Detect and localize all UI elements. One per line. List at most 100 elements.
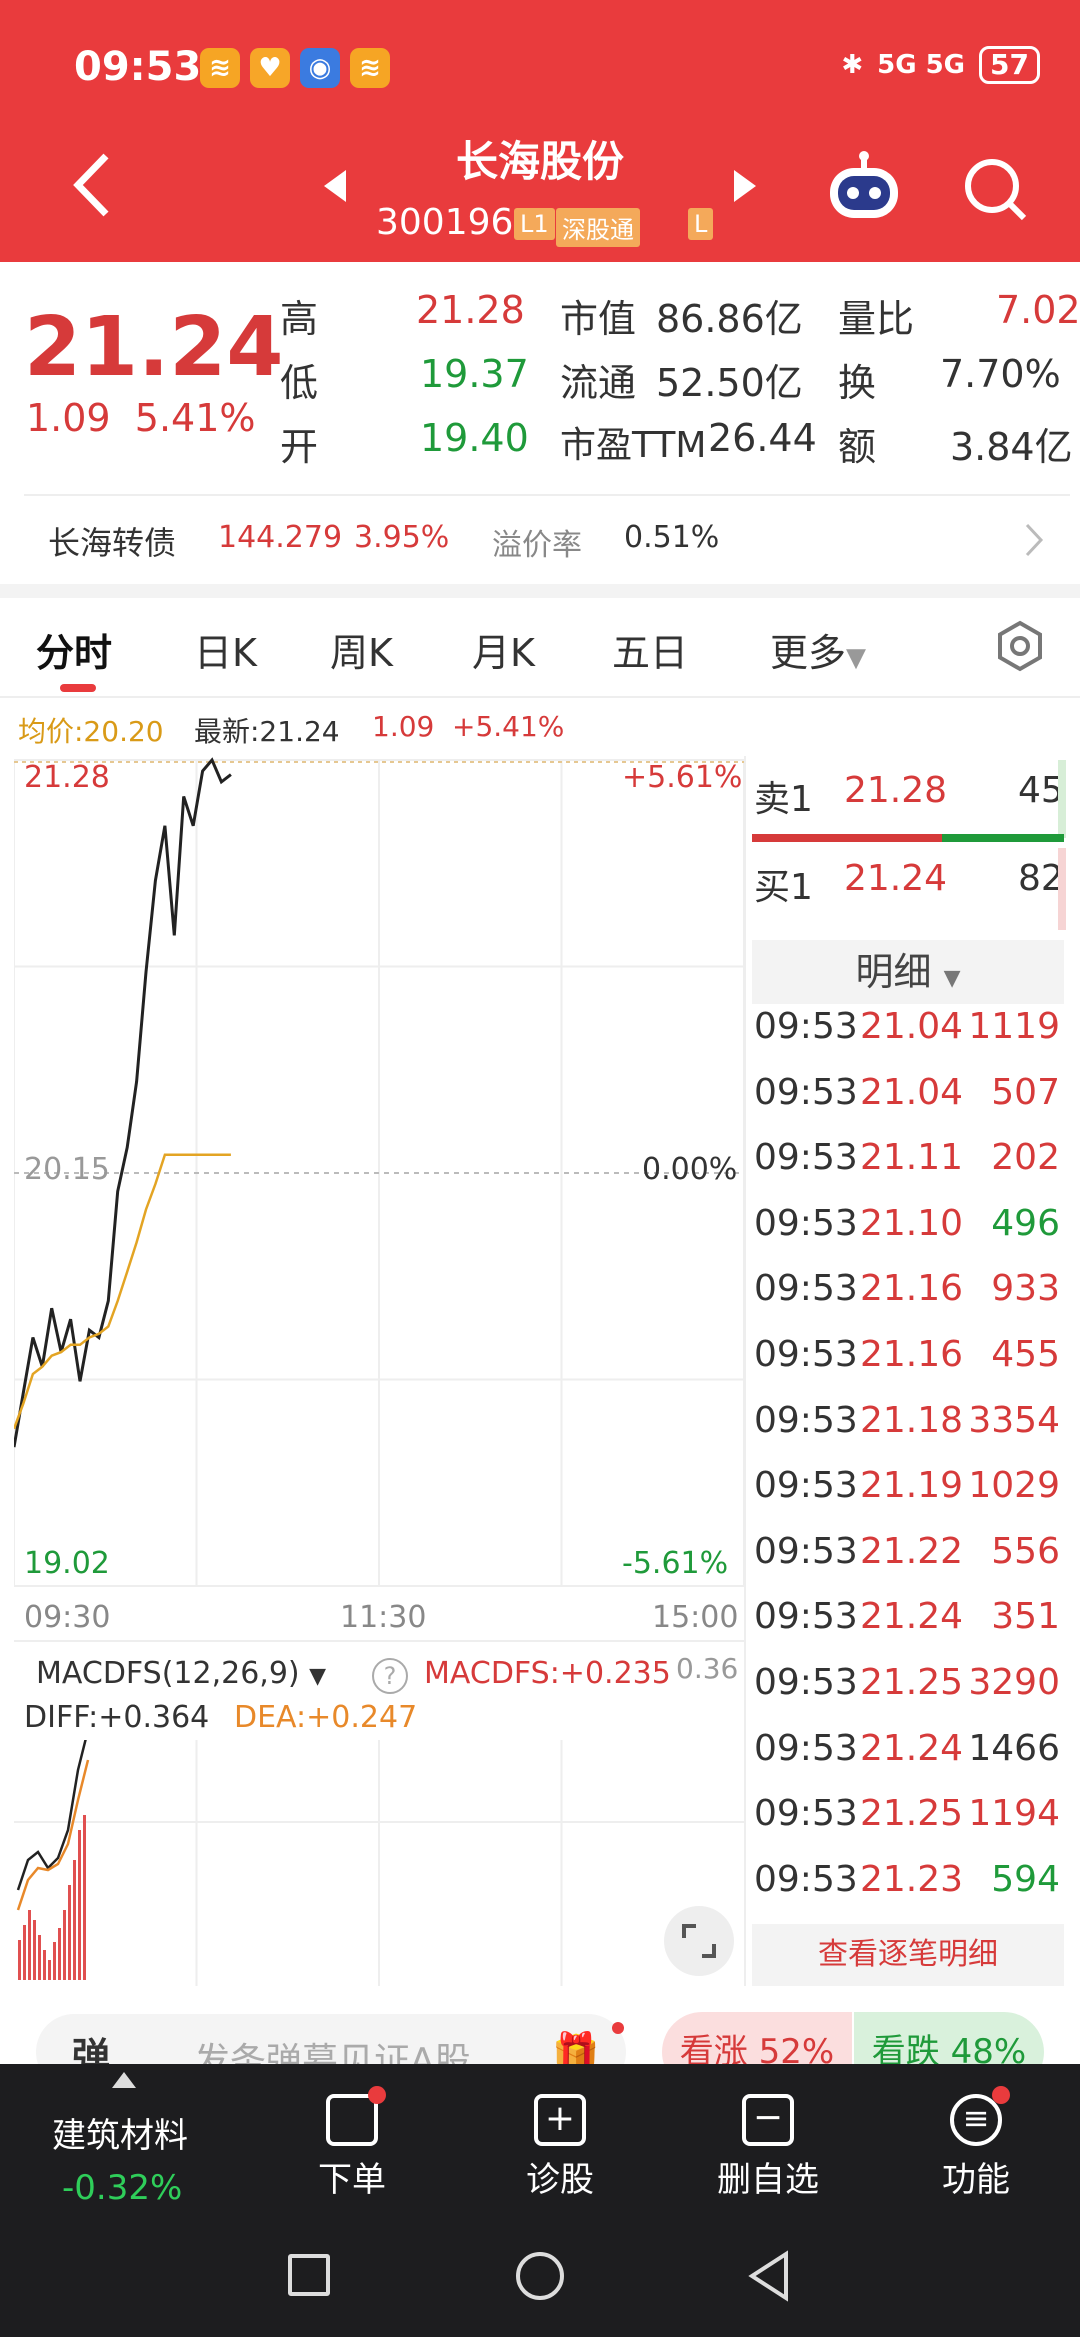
- browser-notification-icon: ◉: [300, 48, 340, 88]
- volratio-label: 量比: [838, 297, 915, 341]
- macd-bar: [18, 1940, 21, 1980]
- sell1-label: 卖1: [754, 779, 813, 820]
- view-all-ticks-button[interactable]: 查看逐笔明细: [752, 1924, 1064, 1986]
- tick-volume: 3290: [968, 1662, 1060, 1703]
- caret-up-icon: [112, 2072, 136, 2092]
- settings-icon[interactable]: [994, 620, 1046, 676]
- robot-assistant-icon[interactable]: [826, 150, 902, 226]
- tick-time: 09:53: [754, 1793, 858, 1835]
- tick-time: 09:53: [754, 1334, 858, 1375]
- tick-time: 09:53: [754, 1727, 858, 1769]
- sell-depth-bar: [1058, 760, 1066, 838]
- section-gap: [0, 584, 1080, 598]
- help-icon[interactable]: ?: [372, 1658, 408, 1694]
- axis-top-price: 21.28: [24, 760, 110, 795]
- macd-diff: DIFF:+0.364: [24, 1700, 210, 1735]
- change-pct: 5.41%: [134, 396, 256, 440]
- avg-price-label: 均价:20.20: [18, 715, 164, 748]
- notification-dot: [368, 2086, 386, 2104]
- high-label: 高: [280, 297, 319, 341]
- tab-more[interactable]: 更多▼: [770, 622, 866, 677]
- price-change: 1.09 5.41%: [26, 396, 256, 440]
- sell1-price: 21.28: [844, 770, 948, 811]
- tick-price: 21.04: [860, 1071, 964, 1113]
- float-value: 52.50亿: [656, 361, 803, 405]
- tick-volume: 556: [991, 1530, 1060, 1572]
- macd-bar: [53, 1942, 56, 1980]
- axis-mid-price: 20.15: [24, 1152, 110, 1187]
- macd-bar: [63, 1910, 66, 1980]
- tick-price: 21.04: [860, 1006, 964, 1047]
- tick-row: 09:53 21.04 1119: [752, 1006, 1064, 1070]
- app-notification-icon: ≋: [200, 48, 240, 88]
- macd-bar: [33, 1920, 36, 1980]
- tab-daily-k[interactable]: 日K: [194, 622, 257, 677]
- remove-watchlist-button[interactable]: − 删自选: [688, 2094, 848, 2201]
- time-mid: 11:30: [340, 1600, 427, 1635]
- intraday-chart[interactable]: [14, 756, 744, 1596]
- macd-bar: [28, 1910, 31, 1980]
- convertible-bond-row[interactable]: 长海转债 144.279 3.95% 溢价率 0.51%: [0, 498, 1080, 584]
- diagnose-icon: +: [534, 2094, 586, 2146]
- fullscreen-button[interactable]: [664, 1906, 734, 1976]
- macd-selector[interactable]: MACDFS(12,26,9) ▼: [36, 1656, 326, 1691]
- chart-change-pct: +5.41%: [452, 710, 565, 743]
- tab-monthly-k[interactable]: 月K: [472, 622, 535, 677]
- order-button[interactable]: 下单: [272, 2086, 432, 2201]
- tick-time: 09:53: [754, 1202, 858, 1244]
- macd-bar: [58, 1928, 61, 1980]
- divider: [744, 756, 746, 1986]
- tick-volume: 1194: [968, 1793, 1060, 1835]
- buy1-label: 买1: [754, 867, 813, 908]
- tab-five-day[interactable]: 五日: [612, 622, 688, 677]
- mktcap-label: 市值: [560, 297, 637, 341]
- tick-row: 09:53 21.04 507: [752, 1072, 1064, 1136]
- tab-weekly-k[interactable]: 周K: [330, 622, 393, 677]
- bluetooth-icon: ✱: [841, 50, 864, 80]
- tick-price: 21.23: [860, 1858, 964, 1900]
- float-label: 流通: [560, 361, 637, 405]
- caret-down-icon: ▼: [943, 966, 961, 991]
- open-value: 19.40: [420, 416, 529, 460]
- diagnose-button[interactable]: + 诊股: [480, 2094, 640, 2201]
- axis-bottom-pct: -5.61%: [622, 1546, 729, 1581]
- tick-volume: 933: [991, 1268, 1060, 1310]
- tick-price: 21.16: [860, 1268, 964, 1310]
- chart-change: 1.09: [372, 710, 435, 743]
- macd-bar: [23, 1925, 26, 1980]
- bond-pct: 3.95%: [354, 520, 450, 555]
- search-icon[interactable]: [962, 156, 1030, 228]
- divider: [24, 494, 1070, 496]
- tick-price: 21.19: [860, 1465, 964, 1507]
- tick-volume: 202: [991, 1137, 1060, 1179]
- tick-volume: 3354: [968, 1399, 1060, 1441]
- macd-bar: [83, 1815, 86, 1980]
- time-start: 09:30: [24, 1600, 111, 1635]
- functions-button[interactable]: ≡ 功能: [896, 2086, 1056, 2201]
- caret-down-icon: ▼: [846, 643, 867, 673]
- home-button[interactable]: [516, 2252, 564, 2300]
- back-nav-button[interactable]: [746, 2250, 792, 2306]
- pe-label: 市盈TTM: [560, 425, 707, 466]
- tick-time: 09:53: [754, 1137, 858, 1179]
- buy-ratio-bar: [752, 834, 942, 842]
- macd-bar: [43, 1950, 46, 1980]
- amount-value: 3.84亿: [950, 425, 1073, 469]
- tab-intraday[interactable]: 分时: [36, 622, 112, 677]
- remove-icon: −: [742, 2094, 794, 2146]
- detail-header[interactable]: 明细 ▼: [752, 940, 1064, 1004]
- sell1-volume: 45: [1018, 770, 1064, 811]
- sector-name[interactable]: 建筑材料: [52, 2108, 188, 2157]
- tick-row: 09:53 21.16 455: [752, 1334, 1064, 1398]
- active-tab-indicator: [60, 684, 96, 692]
- tick-volume: 455: [991, 1334, 1060, 1375]
- caret-down-icon: ▼: [309, 1664, 327, 1689]
- extra-tag: L: [688, 208, 714, 240]
- tick-price: 21.11: [860, 1137, 964, 1179]
- status-right: ✱ 5G 5G 57: [841, 46, 1040, 84]
- tick-price: 21.22: [860, 1530, 964, 1572]
- heart-notification-icon: ♥: [250, 48, 290, 88]
- remove-label: 删自选: [717, 2160, 819, 2200]
- recent-apps-button[interactable]: [288, 2254, 330, 2296]
- tick-volume: 496: [991, 1202, 1060, 1244]
